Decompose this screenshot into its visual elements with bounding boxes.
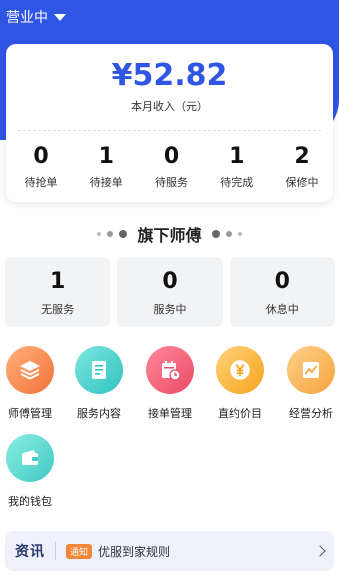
masters-section-title: 旗下师傅 [0, 222, 339, 246]
stat-label: 待完成 [220, 176, 254, 189]
grid-item-master-management[interactable]: 师傅管理 [0, 346, 60, 421]
yen-coin-icon [216, 346, 264, 394]
stat-to-serve[interactable]: 0 待服务 [149, 144, 195, 190]
chevron-right-icon [314, 545, 326, 557]
wallet-icon [6, 434, 54, 482]
master-serving-card[interactable]: 0 服务中 [117, 257, 223, 327]
master-idle-card[interactable]: 1 无服务 [5, 257, 111, 327]
grid-item-business-analysis[interactable]: 经营分析 [281, 346, 339, 421]
news-headline: 优服到家规则 [98, 544, 171, 559]
decor-dot [119, 230, 128, 238]
master-resting-card[interactable]: 0 休息中 [229, 257, 335, 327]
master-label: 休息中 [265, 303, 299, 316]
calendar-clock-icon [146, 346, 194, 394]
stat-label: 待抢单 [24, 176, 58, 189]
grid-item-order-management[interactable]: 接单管理 [140, 346, 200, 421]
divider [55, 542, 56, 560]
master-count: 1 [50, 269, 66, 294]
line-chart-icon [287, 346, 335, 394]
notice-tag: 通知 [66, 543, 93, 559]
master-count: 0 [274, 269, 290, 294]
monthly-income-label: 本月收入（元） [131, 100, 208, 113]
order-stats: 0 待抢单 1 待接单 0 待服务 1 待完成 2 保修中 [6, 144, 333, 190]
business-status-dropdown[interactable]: 营业中 [6, 7, 66, 27]
masters-stats: 1 无服务 0 服务中 0 休息中 [5, 257, 335, 327]
stat-label: 待接单 [89, 176, 123, 189]
stat-label: 保修中 [285, 176, 319, 189]
decor-dot [97, 232, 102, 236]
news-bar[interactable]: 资讯 通知 优服到家规则 [5, 531, 334, 571]
business-status-label: 营业中 [6, 10, 48, 26]
grid-item-label: 我的钱包 [8, 495, 52, 508]
stat-value: 0 [163, 144, 180, 169]
income-card: ¥52.82 本月收入（元） 0 待抢单 1 待接单 0 待服务 1 待完成 2… [6, 44, 333, 202]
grid-item-direct-pricing[interactable]: 直约价目 [210, 346, 270, 421]
decor-dot [107, 231, 114, 237]
stat-to-grab[interactable]: 0 待抢单 [18, 144, 64, 190]
decor-dot [211, 230, 220, 238]
stat-value: 1 [229, 144, 245, 169]
stat-to-complete[interactable]: 1 待完成 [214, 144, 260, 190]
stat-value: 2 [294, 144, 310, 169]
document-icon [75, 346, 123, 394]
master-count: 0 [162, 269, 178, 294]
divider [18, 130, 321, 131]
master-label: 服务中 [153, 303, 187, 316]
grid-item-my-wallet[interactable]: 我的钱包 [0, 434, 60, 509]
grid-item-label: 服务内容 [77, 407, 121, 420]
grid-item-label: 经营分析 [289, 407, 333, 420]
news-brand: 资讯 [15, 544, 45, 560]
stat-value: 0 [33, 144, 49, 169]
stat-to-accept[interactable]: 1 待接单 [83, 144, 129, 190]
grid-item-label: 直约价目 [218, 407, 262, 420]
masters-title: 旗下师傅 [137, 226, 202, 245]
grid-item-label: 师傅管理 [8, 407, 52, 420]
caret-down-icon [54, 13, 66, 21]
grid-item-label: 接单管理 [148, 407, 192, 420]
monthly-income-amount: ¥52.82 [111, 58, 228, 93]
grid-item-service-content[interactable]: 服务内容 [69, 346, 129, 421]
master-label: 无服务 [41, 303, 75, 316]
stat-warranty[interactable]: 2 保修中 [279, 144, 325, 190]
layers-icon [6, 346, 54, 394]
stat-label: 待服务 [155, 176, 188, 189]
stat-value: 1 [98, 144, 114, 169]
decor-dot [225, 231, 232, 237]
decor-dot [237, 232, 242, 236]
